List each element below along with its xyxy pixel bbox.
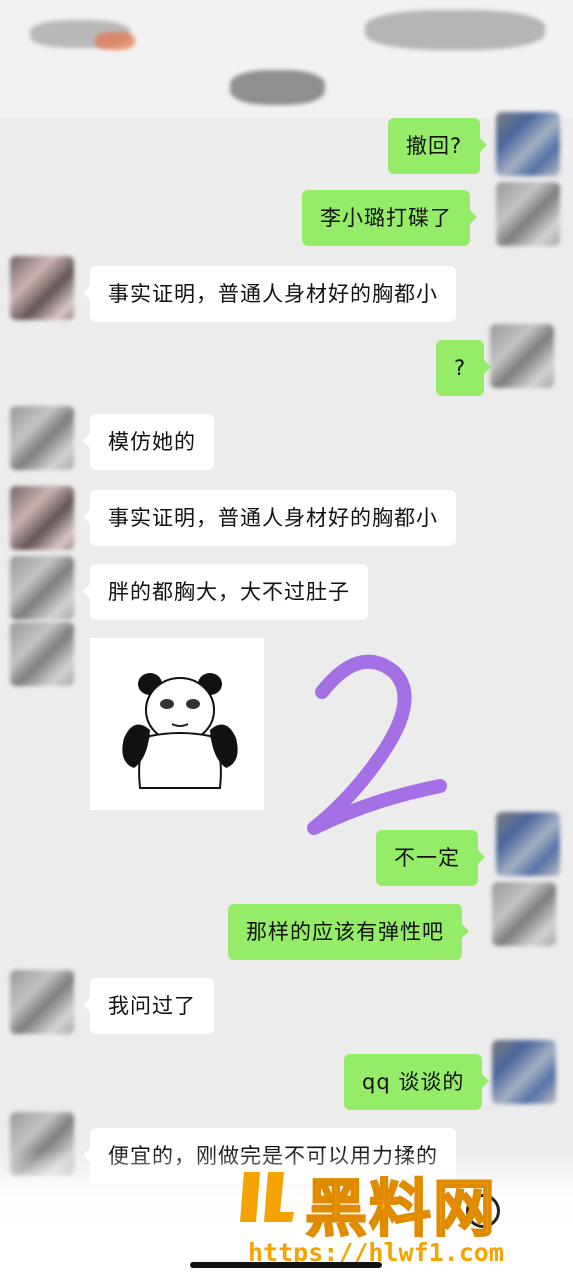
avatar-self[interactable] <box>496 112 560 176</box>
avatar-contact[interactable] <box>10 256 74 320</box>
avatar-self[interactable] <box>496 812 560 876</box>
avatar-contact[interactable] <box>10 406 74 470</box>
redacted-scribble <box>95 32 135 50</box>
message-bubble-received[interactable]: 我问过了 <box>83 978 214 1034</box>
avatar-contact[interactable] <box>10 622 74 686</box>
message-bubble-sent[interactable]: 那样的应该有弹性吧 <box>228 904 469 960</box>
sticker-message[interactable] <box>90 638 264 810</box>
message-bubble-sent[interactable]: 李小璐打碟了 <box>302 190 477 246</box>
avatar-contact[interactable] <box>10 556 74 620</box>
home-indicator[interactable] <box>190 1262 382 1268</box>
message-bubble-received[interactable]: 事实证明，普通人身材好的胸都小 <box>83 490 456 546</box>
avatar-self[interactable] <box>492 882 556 946</box>
hl-logo-icon <box>240 1172 294 1222</box>
handwritten-annotation <box>307 654 447 835</box>
message-bubble-received[interactable]: 胖的都胸大，大不过肚子 <box>83 564 368 620</box>
message-bubble-sent[interactable]: qq 谈谈的 <box>344 1054 490 1110</box>
avatar-contact[interactable] <box>10 486 74 550</box>
message-bubble-sent[interactable]: 撤回? <box>388 118 488 174</box>
message-bubble-received[interactable]: 事实证明，普通人身材好的胸都小 <box>83 266 456 322</box>
redacted-scribble <box>365 10 545 50</box>
avatar-self[interactable] <box>490 324 554 388</box>
panda-meme-sticker <box>122 673 238 789</box>
message-bubble-sent[interactable]: 不一定 <box>376 830 485 886</box>
message-bubble-received[interactable]: 模仿她的 <box>83 414 214 470</box>
message-bubble-sent[interactable]: ? <box>436 340 492 396</box>
chat-header <box>0 0 573 118</box>
watermark-brand: 黑料网 <box>304 1171 498 1246</box>
avatar-contact[interactable] <box>10 970 74 1034</box>
avatar-self[interactable] <box>492 1040 556 1104</box>
avatar-self[interactable] <box>496 182 560 246</box>
redacted-scribble <box>230 70 325 105</box>
